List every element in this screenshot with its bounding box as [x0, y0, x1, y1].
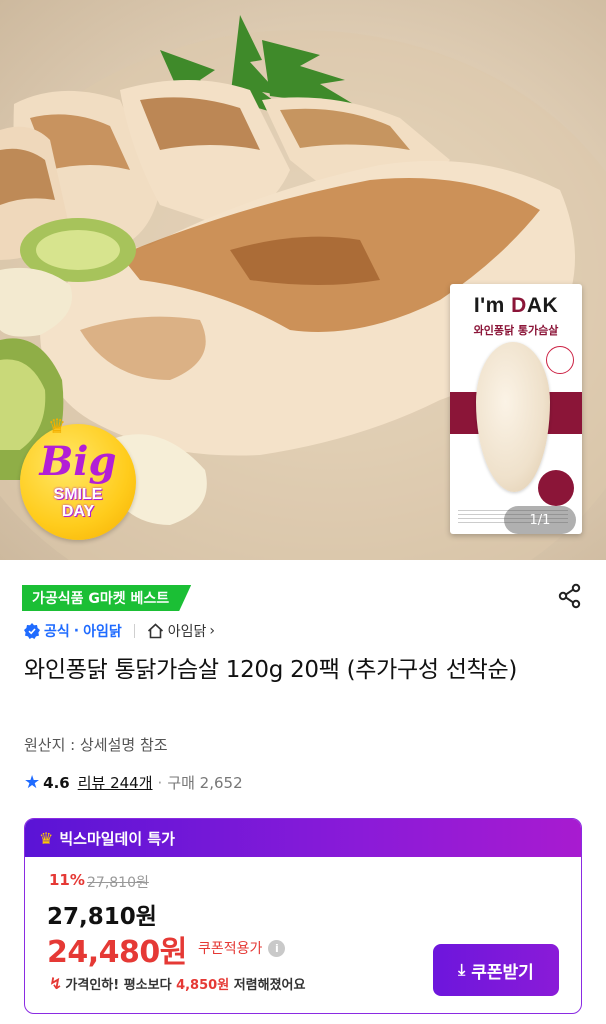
brand-mark: D [511, 294, 527, 317]
star-icon: ★ [24, 772, 41, 793]
package-stamp [546, 346, 574, 374]
category-best-badge: 가공식품 G마켓 베스트 [22, 585, 191, 611]
brand-suffix: AK [526, 294, 559, 317]
package-seal [538, 470, 574, 506]
discount-percent: 11% [49, 871, 85, 889]
deal-header-label: 빅스마일데이 특가 [59, 829, 175, 848]
big-smile-day-sticker: ♛ Big SMILE DAY [20, 414, 136, 540]
get-coupon-button[interactable]: ⤓ 쿠폰받기 [433, 944, 559, 996]
sticker-smile: SMILE [53, 486, 103, 503]
original-price: 27,810원 [87, 875, 149, 891]
coupon-price: 24,480원 [47, 935, 187, 970]
brand-prefix: I'm [473, 294, 512, 317]
share-button[interactable] [556, 582, 584, 610]
coupon-note: 쿠폰적용가 i [198, 938, 286, 958]
separator-dot: · [157, 773, 163, 792]
rating-row: ★ 4.6 리뷰 244개 · 구매 2,652 [24, 772, 243, 793]
origin-info: 원산지 : 상세설명 참조 [24, 736, 168, 754]
product-title: 와인퐁닭 통닭가슴살 120g 20팩 (추가구성 선착순) [24, 657, 517, 683]
image-counter: 1/1 [504, 506, 576, 534]
share-icon [558, 583, 581, 609]
official-seller[interactable]: 공식 · 아임닭 [24, 621, 122, 641]
crown-icon: ♛ [48, 414, 66, 438]
official-label: 공식 [44, 624, 70, 640]
seller-row: 공식 · 아임닭 아임닭 › [24, 620, 215, 642]
package-product-name: 와인퐁닭 통가슴살 [473, 324, 559, 337]
package-chicken-image [476, 342, 550, 492]
package-brand: I'm DAK [450, 294, 582, 318]
product-image[interactable]: I'm DAK 와인퐁닭 통가슴살 1/1 ♛ Big SMILE DAY [0, 0, 606, 560]
product-package: I'm DAK 와인퐁닭 통가슴살 [450, 284, 582, 534]
store-link[interactable]: 아임닭 › [147, 621, 215, 641]
deal-header: ♛ 빅스마일데이 특가 [25, 819, 581, 857]
price-drop-notice: ↯ 가격인하! 평소보다 4,850원 저렴해졌어요 [49, 974, 305, 993]
sticker-day: DAY [61, 503, 95, 520]
sticker-big-text: Big [39, 438, 117, 485]
price-drop-amount: 4,850원 [176, 978, 230, 993]
store-link-label: 아임닭 [167, 624, 207, 640]
divider [133, 624, 135, 638]
sticker-smile-day-text: SMILE DAY [20, 486, 136, 520]
deal-card: ♛ 빅스마일데이 특가 11% 27,810원 27,810원 24,480원 … [24, 818, 582, 1014]
info-icon[interactable]: i [268, 939, 286, 957]
home-icon [147, 623, 163, 639]
chevron-right-icon: › [209, 623, 215, 639]
price-drop-suffix: 저렴해졌어요 [233, 978, 306, 993]
purchase-count: 구매 2,652 [167, 774, 243, 792]
arrow-down-icon: ↯ [49, 974, 63, 993]
rating-score: 4.6 [43, 773, 70, 792]
coupon-note-label: 쿠폰적용가 [198, 941, 263, 957]
crown-icon: ♛ [39, 828, 54, 848]
get-coupon-label: 쿠폰받기 [471, 962, 534, 983]
sale-price: 27,810원 [47, 904, 157, 930]
download-icon: ⤓ [458, 960, 466, 979]
seller-name: 아임닭 [83, 624, 122, 640]
separator-dot: · [73, 623, 80, 639]
review-link[interactable]: 리뷰 244개 [78, 772, 153, 793]
official-badge-icon [24, 623, 40, 639]
price-drop-prefix: 가격인하! 평소보다 [65, 978, 172, 993]
